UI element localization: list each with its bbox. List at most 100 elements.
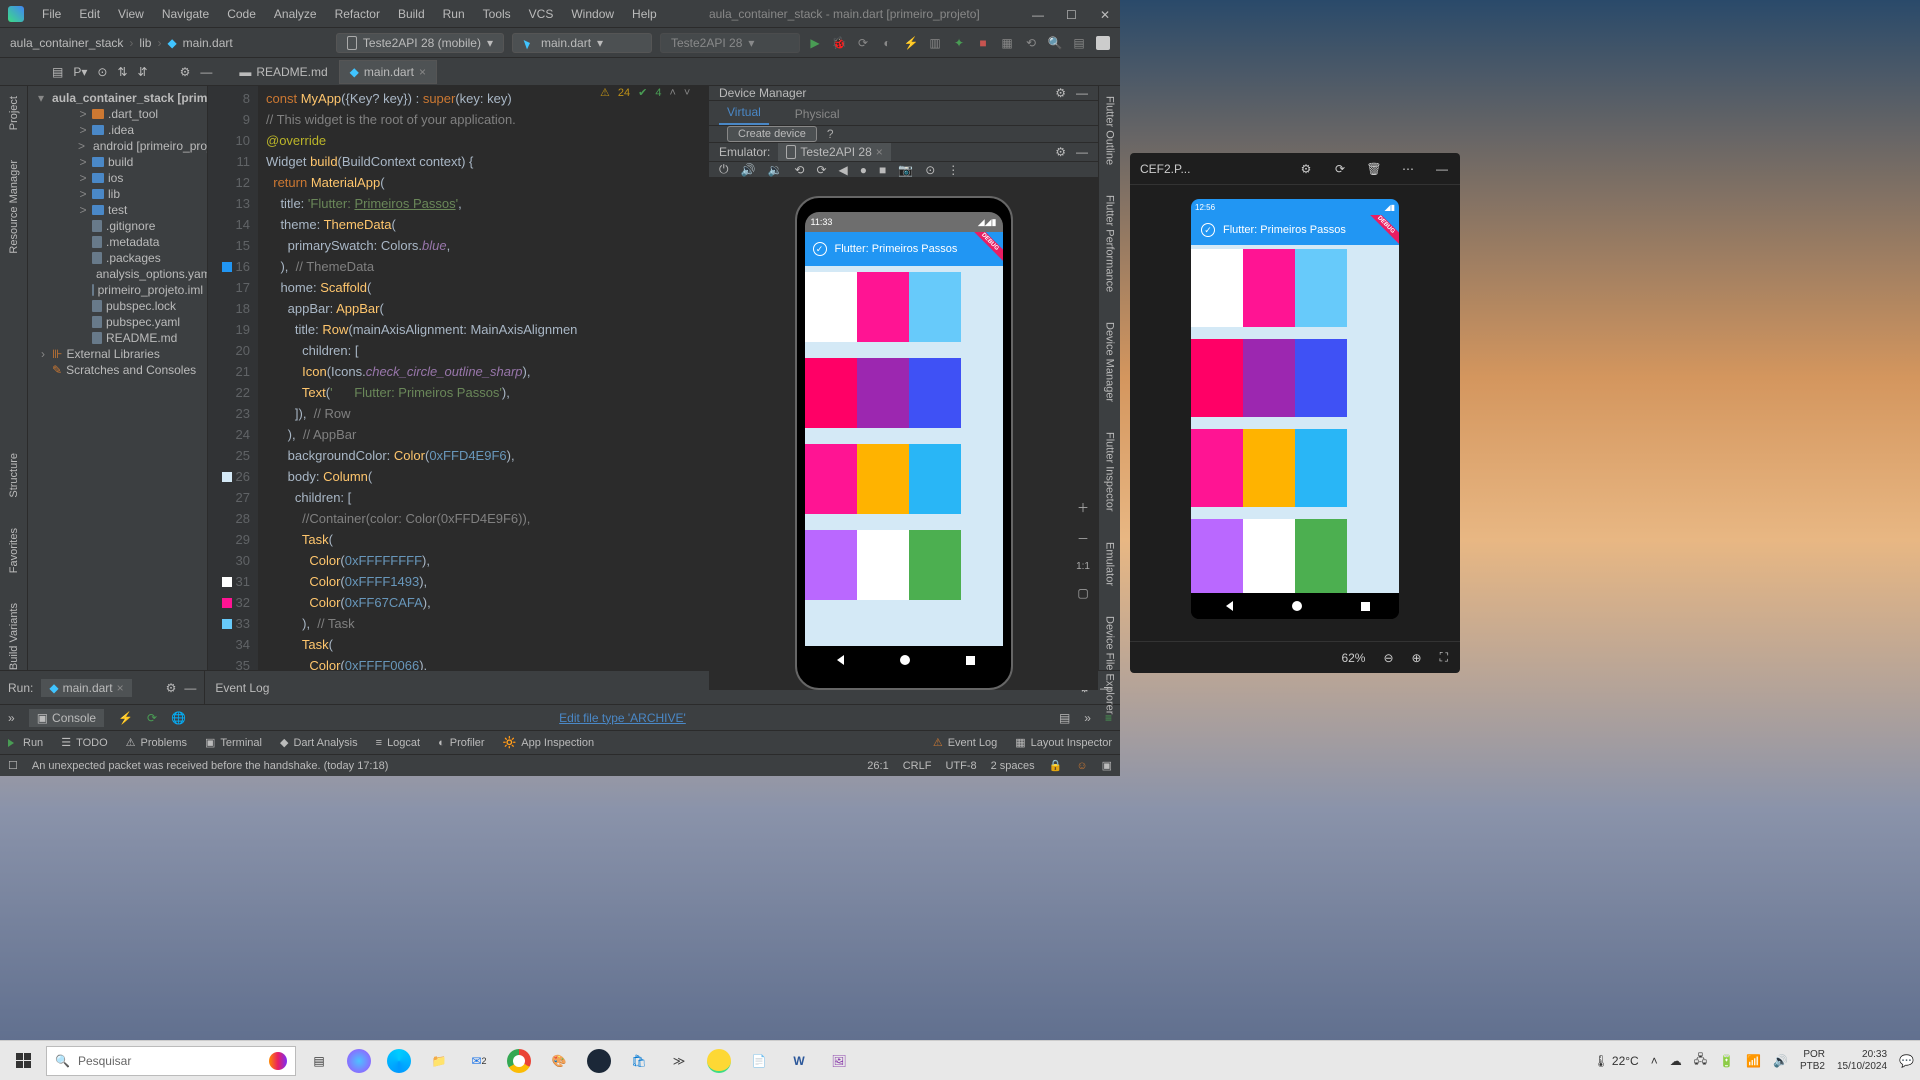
chevron-right-icon[interactable]: >: [78, 139, 85, 153]
tool-todo[interactable]: ☰TODO: [61, 736, 107, 749]
tree-item[interactable]: >android [primeiro_proje: [28, 138, 207, 154]
debug-icon[interactable]: 🐞: [832, 36, 846, 50]
nav-home-icon[interactable]: [900, 655, 910, 665]
memory-icon[interactable]: ▣: [1102, 759, 1112, 772]
right-tab-flutter-outline[interactable]: Flutter Outline: [1104, 96, 1116, 165]
tree-external-libraries[interactable]: › ⊪ External Libraries: [28, 346, 207, 362]
tool-run[interactable]: Run: [8, 737, 43, 749]
home-icon[interactable]: ●: [860, 163, 867, 177]
tool-event-log[interactable]: ⚠Event Log: [933, 736, 997, 749]
console-tab[interactable]: ▣ Console: [29, 709, 104, 727]
expand-icon[interactable]: ⇅: [117, 65, 127, 79]
tab-readme[interactable]: ▬ README.md: [228, 60, 338, 84]
file-encoding[interactable]: UTF-8: [945, 760, 976, 772]
notepad-icon[interactable]: 📄: [742, 1044, 776, 1078]
weather-widget[interactable]: 🌡 22°C: [1593, 1054, 1638, 1068]
battery-icon[interactable]: 🔋: [1719, 1054, 1734, 1068]
search-icon[interactable]: 🔍: [1048, 36, 1062, 50]
menu-view[interactable]: View: [118, 7, 144, 21]
gear-icon[interactable]: ⚙: [1055, 145, 1066, 159]
wrap-icon[interactable]: ▤: [1059, 711, 1070, 725]
tool-app-inspection[interactable]: 🔆App Inspection: [503, 736, 594, 749]
menu-navigate[interactable]: Navigate: [162, 7, 209, 21]
attach-icon[interactable]: ▥: [928, 36, 942, 50]
chevron-right-icon[interactable]: >: [78, 171, 88, 185]
sync-icon[interactable]: ⟲: [1024, 36, 1038, 50]
inspection-widget[interactable]: ⚠24 ✔4 ˄ ˅: [600, 86, 690, 99]
volume-icon[interactable]: 🔊: [1773, 1054, 1788, 1068]
file-explorer-icon[interactable]: 📁: [422, 1044, 456, 1078]
emu-title-bar[interactable]: CEF2.P... ⚙ ⟳ 🗑 ⋯ —: [1130, 153, 1460, 185]
tree-item[interactable]: >.idea: [28, 122, 207, 138]
tool-profiler[interactable]: ◐Profiler: [438, 737, 485, 749]
readonly-icon[interactable]: 🔒: [1049, 759, 1063, 772]
tree-item[interactable]: pubspec.lock: [28, 298, 207, 314]
tree-item[interactable]: .metadata: [28, 234, 207, 250]
overview-icon[interactable]: ■: [879, 163, 886, 177]
maximize-icon[interactable]: ☐: [1066, 8, 1078, 20]
tree-item[interactable]: >ios: [28, 170, 207, 186]
gear-icon[interactable]: ⚙: [180, 65, 191, 79]
gear-icon[interactable]: ⚙: [166, 681, 177, 695]
menu-run[interactable]: Run: [443, 7, 465, 21]
copilot-icon[interactable]: [269, 1052, 287, 1070]
target-selector[interactable]: Teste2API 28 ▾: [660, 33, 800, 53]
hot-reload-icon[interactable]: ⚡: [904, 36, 918, 50]
chevron-right-icon[interactable]: >: [78, 203, 88, 217]
right-tab-device-file-explorer[interactable]: Device File Explorer: [1104, 616, 1116, 714]
tree-item[interactable]: primeiro_projeto.iml: [28, 282, 207, 298]
chevron-down-icon[interactable]: ▾: [38, 91, 44, 105]
run-config-selector[interactable]: main.dart ▾: [512, 33, 652, 53]
profile-icon[interactable]: ◐: [880, 36, 894, 50]
nav-overview-icon[interactable]: [966, 656, 975, 665]
tree-scratches[interactable]: ✎ Scratches and Consoles: [28, 362, 207, 378]
tree-item[interactable]: .packages: [28, 250, 207, 266]
tab-close-icon[interactable]: ×: [117, 681, 124, 695]
tree-item[interactable]: README.md: [28, 330, 207, 346]
help-icon[interactable]: ?: [827, 127, 834, 141]
hide-icon[interactable]: —: [200, 65, 212, 79]
globe-icon[interactable]: 🌐: [171, 711, 186, 725]
hide-icon[interactable]: —: [184, 681, 196, 695]
wifi-icon[interactable]: 📶: [1746, 1054, 1761, 1068]
hot-reload-icon[interactable]: ⚡: [118, 711, 133, 725]
mail-icon[interactable]: ✉2: [462, 1044, 496, 1078]
tree-item[interactable]: >.dart_tool: [28, 106, 207, 122]
more-icon[interactable]: ⋮: [947, 163, 959, 177]
menu-file[interactable]: File: [42, 7, 61, 21]
rotate-left-icon[interactable]: ⟲: [794, 163, 804, 177]
volume-up-icon[interactable]: 🔊: [741, 163, 756, 177]
create-device-button[interactable]: Create device: [727, 126, 817, 142]
caret-position[interactable]: 26:1: [867, 760, 888, 772]
paint-icon[interactable]: 🎨: [542, 1044, 576, 1078]
scope-icon[interactable]: P▾: [73, 65, 87, 79]
menu-vcs[interactable]: VCS: [529, 7, 554, 21]
left-tab-favorites[interactable]: Favorites: [8, 528, 20, 573]
minimize-icon[interactable]: —: [1434, 161, 1450, 177]
copilot-app-icon[interactable]: [342, 1044, 376, 1078]
zoom-in-icon[interactable]: ⊕: [1412, 651, 1422, 665]
gear-icon[interactable]: ⚙: [1055, 86, 1066, 100]
tool-dart-analysis[interactable]: ◆Dart Analysis: [280, 736, 358, 749]
edge-icon[interactable]: [382, 1044, 416, 1078]
store-icon[interactable]: 🛍: [622, 1044, 656, 1078]
device-selector[interactable]: Teste2API 28 (mobile) ▾: [336, 33, 504, 53]
right-tab-flutter-inspector[interactable]: Flutter Inspector: [1104, 432, 1116, 511]
tool-terminal[interactable]: ▣Terminal: [205, 736, 262, 749]
tab-main-dart[interactable]: ◆ main.dart ×: [339, 60, 437, 84]
collapse-icon[interactable]: ⇵: [138, 65, 148, 79]
run-icon[interactable]: ▶: [808, 36, 822, 50]
nav-overview-icon[interactable]: [1361, 602, 1370, 611]
project-tree[interactable]: ▾ aula_container_stack [prime >.dart_too…: [28, 86, 208, 670]
zoom-out-icon[interactable]: ⊖: [1383, 651, 1393, 665]
tool-layout-inspector[interactable]: ▦Layout Inspector: [1015, 736, 1112, 749]
vscode-icon[interactable]: ≫: [662, 1044, 696, 1078]
onedrive-icon[interactable]: ☁: [1670, 1054, 1682, 1068]
settings-icon[interactable]: ▤: [1072, 36, 1086, 50]
screenshot-icon[interactable]: 📷: [898, 163, 913, 177]
tool-problems[interactable]: ⚠Problems: [126, 736, 187, 749]
menu-build[interactable]: Build: [398, 7, 425, 21]
reload-icon[interactable]: ⟳: [1332, 161, 1348, 177]
tree-item[interactable]: .gitignore: [28, 218, 207, 234]
indent-settings[interactable]: 2 spaces: [991, 760, 1035, 772]
